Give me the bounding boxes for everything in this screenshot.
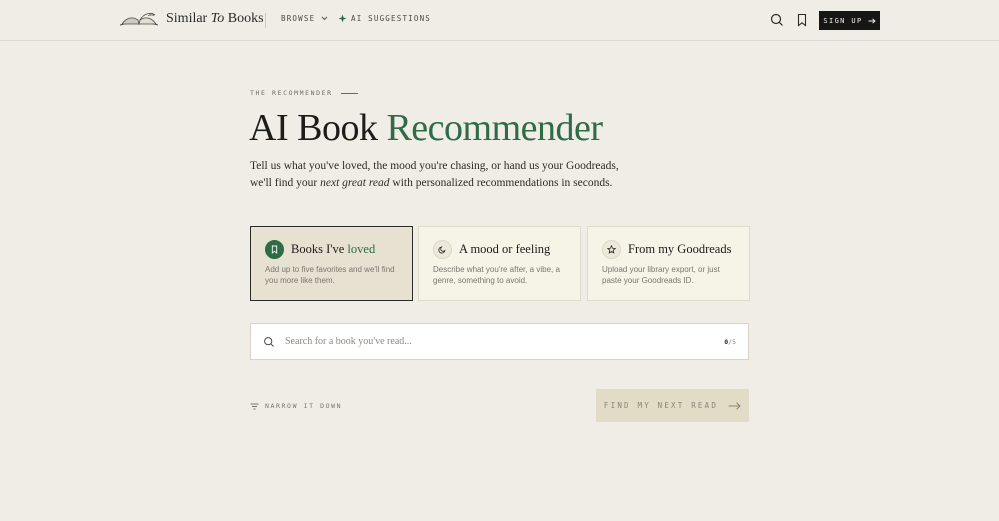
header-divider: [265, 13, 266, 28]
mode-card-title: A mood or feeling: [459, 241, 551, 256]
arrow-right-icon: [728, 401, 741, 410]
arrow-right-icon: [868, 17, 876, 24]
ai-suggestions-label: AI SUGGESTIONS: [351, 14, 432, 23]
page-title-accent: Recommender: [386, 107, 603, 149]
mode-card-description: Upload your library export, or just past…: [602, 265, 720, 285]
mode-card-title: From my Goodreads: [628, 241, 732, 256]
moon-icon: [433, 239, 452, 259]
mode-card-description: Describe what you're after, a vibe, a ge…: [433, 265, 560, 285]
eyebrow-label: THE RECOMMENDER: [250, 89, 333, 97]
narrow-it-down-label: NARROW IT DOWN: [265, 402, 343, 410]
page-subtitle: Tell us what you've loved, the mood you'…: [250, 160, 619, 189]
mode-card-books-loved[interactable]: Books I've loved Add up to five favorite…: [250, 226, 413, 301]
mode-card-mood[interactable]: A mood or feeling Describe what you're a…: [418, 226, 581, 301]
star-icon: [602, 239, 621, 259]
bookmark-icon: [265, 239, 284, 259]
book-search-box[interactable]: 0/5: [250, 323, 749, 360]
section-eyebrow: THE RECOMMENDER: [250, 89, 358, 97]
browse-menu[interactable]: BROWSE: [281, 14, 328, 23]
browse-label: BROWSE: [281, 14, 316, 23]
open-book-logo-icon: [119, 12, 159, 26]
search-button[interactable]: [769, 12, 785, 28]
chevron-down-icon: [321, 16, 328, 21]
sign-up-label: SIGN UP: [823, 16, 863, 25]
eyebrow-rule: [340, 92, 358, 94]
narrow-it-down-toggle[interactable]: NARROW IT DOWN: [250, 402, 342, 410]
filter-icon: [250, 403, 259, 409]
mode-card-description: Add up to five favorites and we'll find …: [265, 265, 395, 285]
find-next-read-label: FIND MY NEXT READ: [603, 401, 719, 410]
saved-books-button[interactable]: [794, 12, 810, 28]
search-icon: [264, 336, 274, 347]
book-search-input[interactable]: [285, 336, 725, 347]
site-name: Similar To Books: [166, 11, 264, 26]
bookmark-icon: [797, 13, 807, 27]
search-icon: [770, 13, 783, 26]
site-logo[interactable]: Similar To Books: [118, 10, 264, 28]
sparkle-icon: [338, 14, 347, 23]
sign-up-button[interactable]: SIGN UP: [819, 11, 880, 30]
mode-card-title: Books I've loved: [291, 241, 376, 256]
ai-suggestions-link[interactable]: AI SUGGESTIONS: [338, 14, 431, 23]
mode-card-goodreads[interactable]: From my Goodreads Upload your library ex…: [587, 226, 750, 301]
top-nav-bar: Similar To Books BROWSE AI SUGGESTIONS S…: [0, 0, 999, 41]
find-next-read-button[interactable]: FIND MY NEXT READ: [596, 389, 749, 422]
selected-books-counter: 0/5: [724, 337, 736, 346]
page-title: AI Book Recommender: [249, 107, 603, 149]
